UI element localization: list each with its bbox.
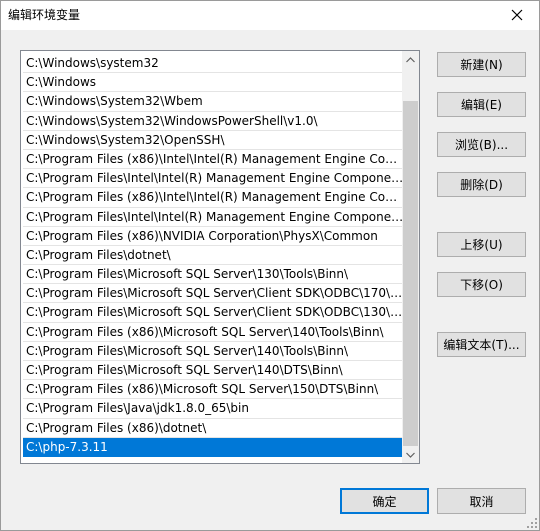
path-list-item[interactable]: C:\Program Files\Microsoft SQL Server\13… (23, 265, 404, 285)
scroll-down-button[interactable] (402, 446, 419, 463)
path-list-item[interactable]: C:\Program Files\dotnet\ (23, 246, 404, 266)
path-list-item[interactable]: C:\Program Files\Intel\Intel(R) Manageme… (23, 208, 404, 227)
title-bar: 编辑环境变量 (0, 0, 540, 30)
path-listbox[interactable]: C:\Windows\system32 C:\Windows C:\Windows\… (20, 50, 420, 464)
path-list-item[interactable]: C:\Program Files (x86)\Microsoft SQL Ser… (23, 380, 404, 400)
path-list-item[interactable]: C:\Windows\System32\Wbem (23, 92, 404, 112)
path-list-item[interactable]: C:\Program Files\Microsoft SQL Server\Cl… (23, 284, 404, 304)
resize-grip-icon[interactable] (526, 517, 538, 529)
ok-button[interactable]: 确定 (340, 488, 429, 514)
path-list-item[interactable]: C:\Program Files\Microsoft SQL Server\14… (23, 342, 404, 361)
path-list-item[interactable]: C:\Program Files (x86)\dotnet\ (23, 419, 404, 438)
browse-button[interactable]: 浏览(B)... (437, 132, 526, 157)
scroll-up-button[interactable] (402, 51, 419, 68)
scroll-thumb[interactable] (403, 101, 418, 446)
edit-button[interactable]: 编辑(E) (437, 92, 526, 117)
path-list-item[interactable]: C:\Program Files (x86)\NVIDIA Corporatio… (23, 227, 404, 246)
move-down-button[interactable]: 下移(O) (437, 272, 526, 297)
path-list-item[interactable]: C:\Program Files (x86)\Intel\Intel(R) Ma… (23, 188, 404, 208)
path-list-item[interactable]: C:\Program Files\Microsoft SQL Server\14… (23, 361, 404, 381)
path-list-item[interactable]: C:\Windows\System32\OpenSSH\ (23, 131, 404, 150)
path-list-item[interactable]: C:\Windows\System32\WindowsPowerShell\v1… (23, 112, 404, 131)
path-list-item[interactable]: C:\Program Files\Java\jdk1.8.0_65\bin (23, 399, 404, 419)
path-list-item[interactable]: C:\Program Files\Intel\Intel(R) Manageme… (23, 169, 404, 189)
edit-text-button[interactable]: 编辑文本(T)... (437, 332, 526, 357)
path-list-item[interactable]: C:\php-7.3.11 (23, 437, 404, 457)
path-list-item[interactable]: C:\Program Files\Microsoft SQL Server\Cl… (23, 303, 404, 323)
new-button[interactable]: 新建(N) (437, 52, 526, 77)
move-up-button[interactable]: 上移(U) (437, 232, 526, 257)
path-list-item[interactable]: C:\Windows\system32 (23, 54, 404, 74)
delete-button[interactable]: 删除(D) (437, 172, 526, 197)
path-list-item[interactable]: C:\Program Files (x86)\Intel\Intel(R) Ma… (23, 150, 404, 170)
cancel-button[interactable]: 取消 (437, 488, 526, 514)
path-list-item[interactable]: C:\Program Files (x86)\Microsoft SQL Ser… (23, 323, 404, 342)
close-button[interactable] (494, 0, 540, 30)
close-icon (511, 9, 523, 21)
window-title: 编辑环境变量 (8, 8, 81, 22)
chevron-down-icon (406, 452, 415, 458)
chevron-up-icon (406, 56, 415, 62)
path-list: C:\Windows\system32 C:\Windows C:\Windows\… (23, 54, 404, 457)
path-list-item[interactable]: C:\Windows (23, 73, 404, 93)
vertical-scrollbar[interactable] (402, 51, 419, 463)
